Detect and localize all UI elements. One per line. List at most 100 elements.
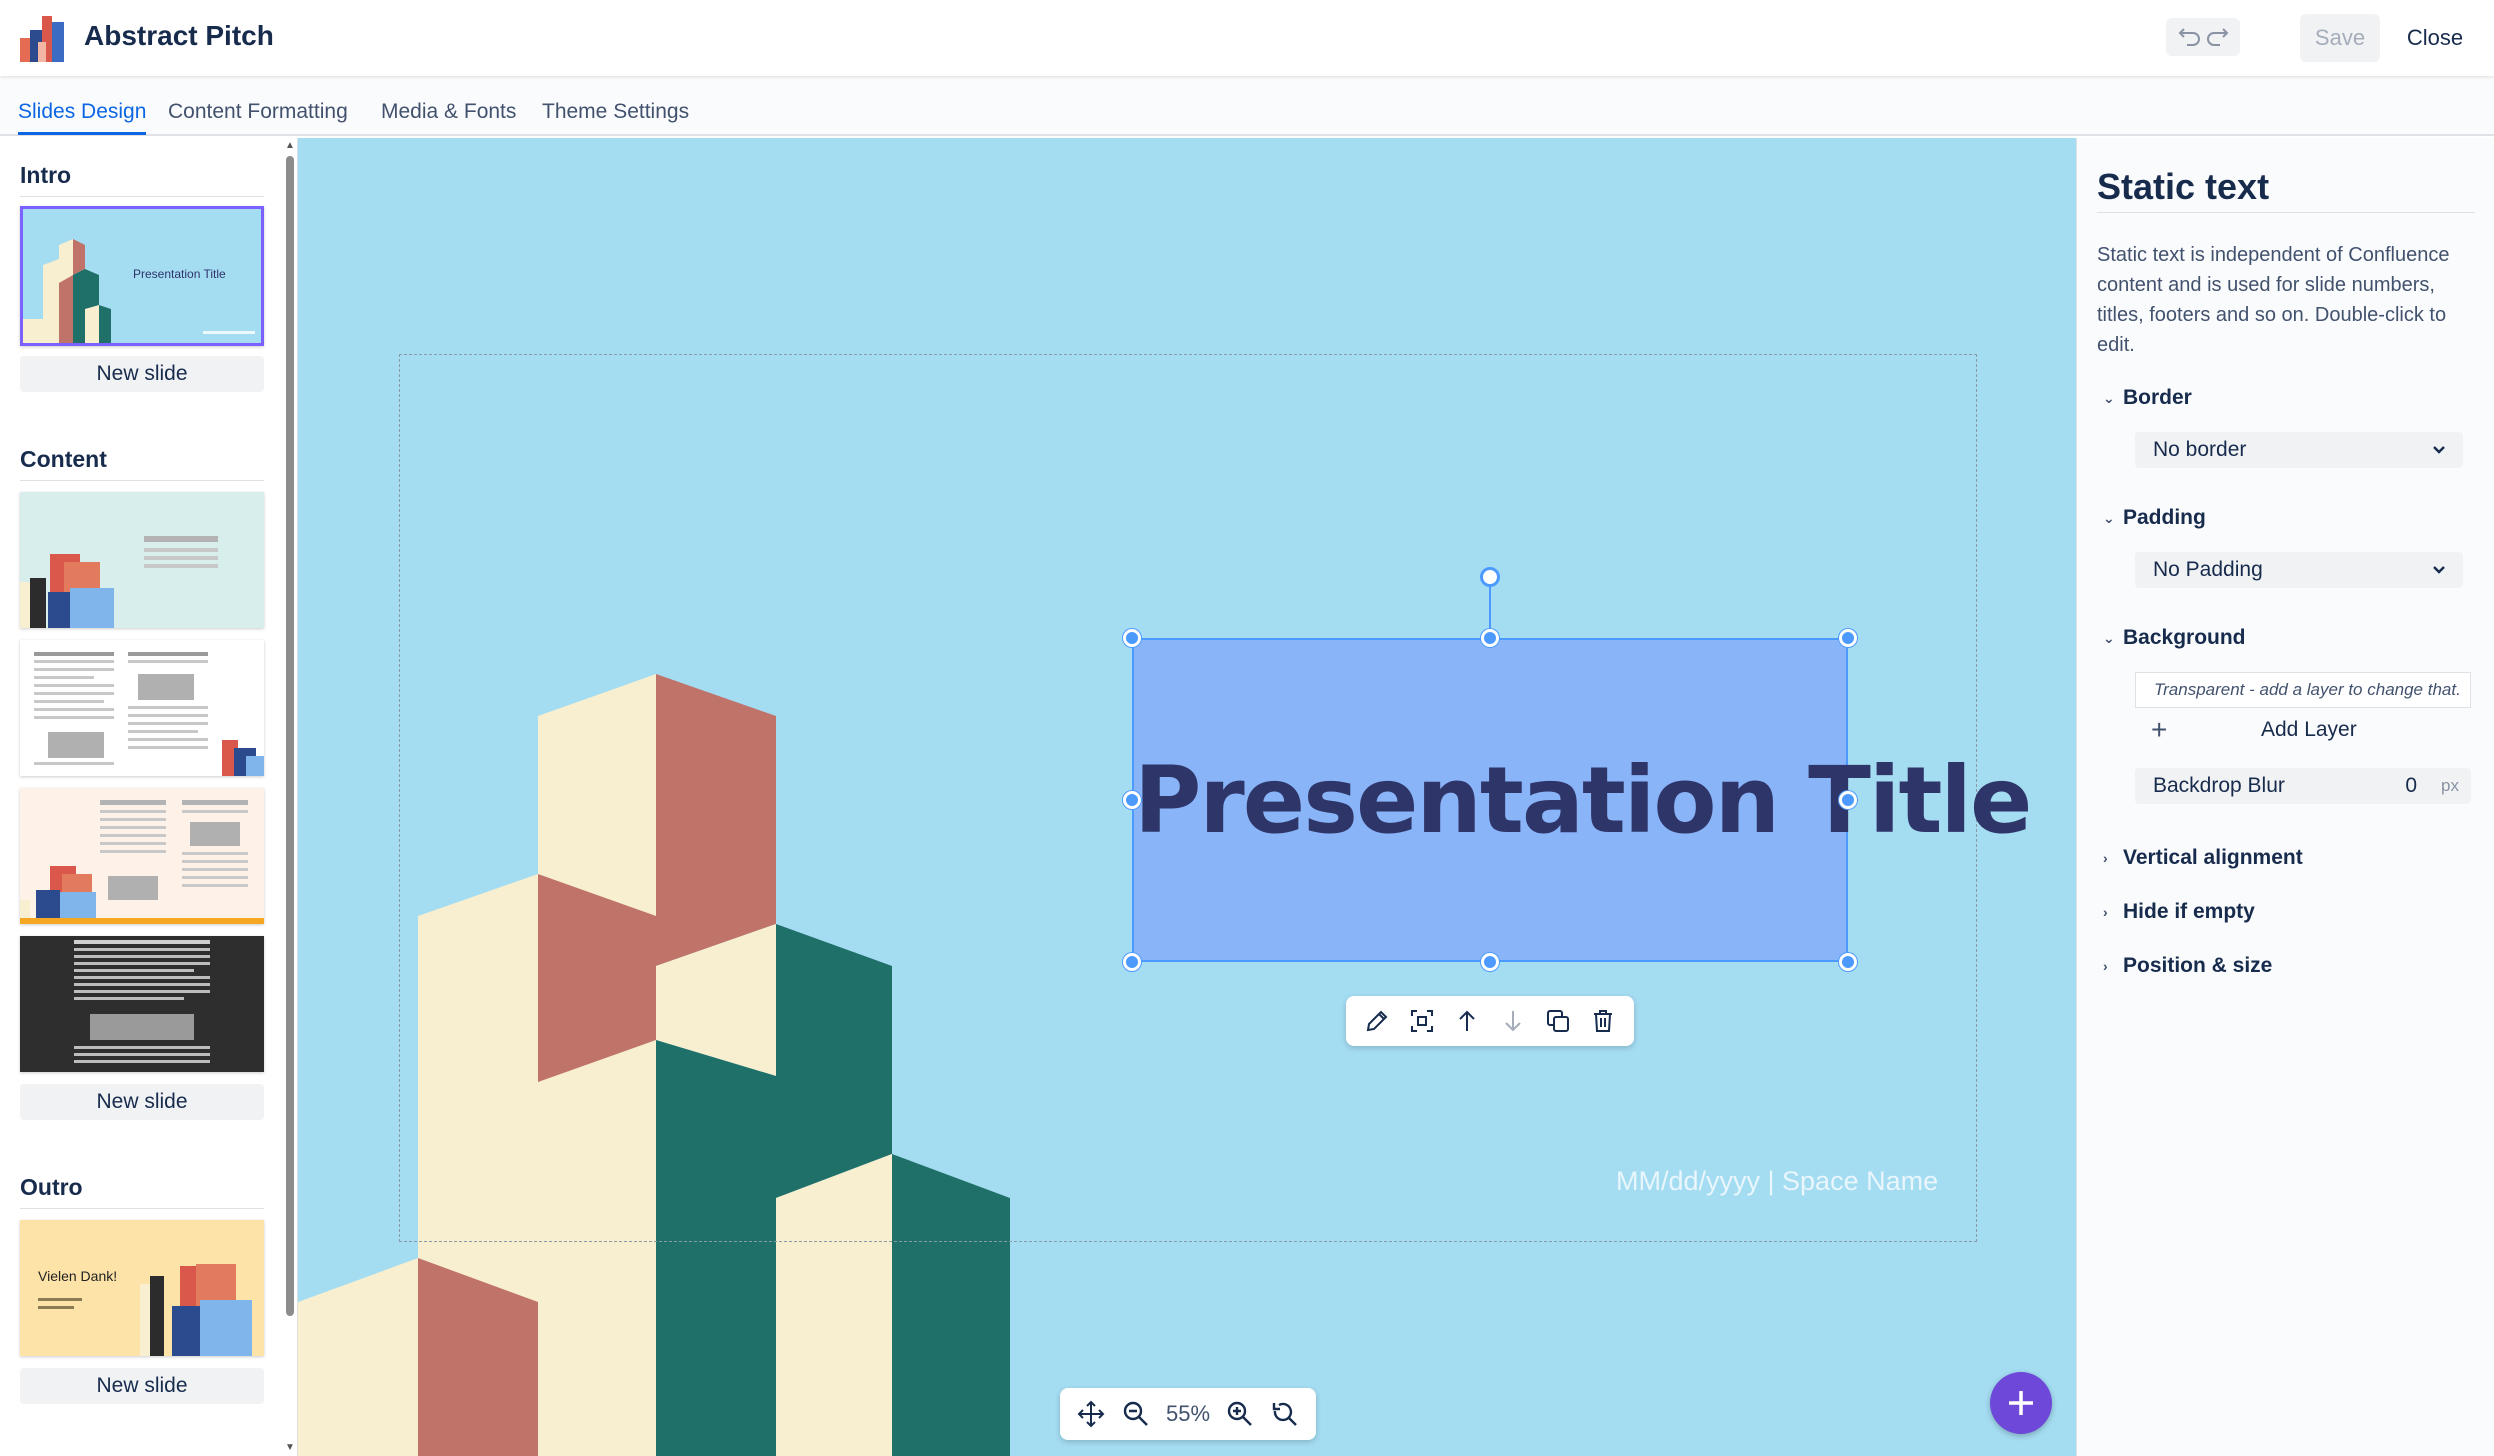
slide-thumb-outro-art <box>38 1264 252 1356</box>
new-slide-button-content[interactable]: New slide <box>20 1084 264 1120</box>
border-select[interactable]: No border <box>2135 432 2463 468</box>
slide-canvas[interactable]: MM/dd/yyyy | Space Name Presentation Tit… <box>298 138 2076 1456</box>
resize-handle-left[interactable] <box>1123 791 1141 809</box>
slides-panel: Intro Presentation Title New slide Conte… <box>0 138 298 1456</box>
chevron-down-icon: ⌄ <box>2103 389 2115 406</box>
add-layer-label: Add Layer <box>2261 718 2357 741</box>
slide-thumb-content-1[interactable] <box>20 492 264 628</box>
chevron-right-icon: › <box>2103 850 2108 866</box>
padding-select[interactable]: No Padding <box>2135 552 2463 588</box>
title-text-box[interactable]: Presentation Title <box>1132 638 2032 962</box>
slide-thumb-content-1-art <box>20 536 218 628</box>
fit-frame-icon[interactable] <box>1408 1007 1436 1035</box>
save-button[interactable]: Save <box>2300 14 2380 62</box>
resize-handle-bottom-right[interactable] <box>1839 953 1857 971</box>
chevron-down-icon: ⌄ <box>2103 509 2115 526</box>
new-slide-button-outro[interactable]: New slide <box>20 1368 264 1404</box>
chevron-down-icon <box>2433 446 2445 454</box>
move-up-arrow-icon[interactable] <box>1453 1007 1481 1035</box>
section-vertical-alignment-toggle[interactable]: › Vertical alignment <box>2103 846 2303 870</box>
slide-thumb-outro-title: Vielen Dank! <box>38 1268 118 1284</box>
move-down-arrow-icon[interactable] <box>1499 1007 1527 1035</box>
rotation-handle[interactable] <box>1480 567 1500 587</box>
add-layer-button[interactable]: + Add Layer <box>2135 710 2471 750</box>
resize-handle-top-right[interactable] <box>1839 629 1857 647</box>
add-element-button[interactable] <box>1990 1372 2052 1434</box>
section-position-size-toggle[interactable]: › Position & size <box>2103 954 2272 978</box>
section-title-intro: Intro <box>20 162 72 188</box>
resize-handle-top-left[interactable] <box>1123 629 1141 647</box>
slide-thumb-content-4[interactable] <box>20 936 264 1072</box>
chevron-right-icon: › <box>2103 958 2108 974</box>
section-background-toggle[interactable]: ⌄ Background <box>2103 626 2246 650</box>
pan-move-icon[interactable] <box>1076 1399 1106 1429</box>
app-logo-icon <box>20 16 64 62</box>
undo-redo-group <box>2166 18 2240 56</box>
duplicate-icon[interactable] <box>1544 1007 1572 1035</box>
slide-thumb-intro-title: Presentation Title <box>133 267 226 281</box>
presentation-title[interactable]: Presentation Title <box>1134 747 2032 854</box>
new-slide-button-intro[interactable]: New slide <box>20 356 264 392</box>
resize-handle-top[interactable] <box>1481 629 1499 647</box>
zoom-toolbar: 55% <box>1060 1388 1316 1440</box>
section-divider <box>20 1208 264 1209</box>
slides-panel-scroll-thumb[interactable] <box>286 156 294 1316</box>
backdrop-blur-field[interactable]: Backdrop Blur 0 px <box>2135 768 2471 804</box>
resize-handle-right[interactable] <box>1839 791 1857 809</box>
close-button[interactable]: Close <box>2400 14 2470 62</box>
section-hide-if-empty-toggle[interactable]: › Hide if empty <box>2103 900 2255 924</box>
section-hide-if-empty-label: Hide if empty <box>2123 900 2255 923</box>
properties-title: Static text <box>2097 166 2270 207</box>
undo-icon[interactable] <box>2176 27 2200 47</box>
zoom-out-icon[interactable] <box>1121 1399 1151 1429</box>
section-padding-toggle[interactable]: ⌄ Padding <box>2103 506 2206 530</box>
tab-media-fonts[interactable]: Media & Fonts <box>381 100 516 132</box>
border-select-value: No border <box>2153 438 2247 461</box>
chevron-down-icon: ⌄ <box>2103 629 2115 646</box>
edit-pencil-icon[interactable] <box>1363 1007 1391 1035</box>
slide-thumb-content-3-art <box>20 800 264 924</box>
section-title-outro: Outro <box>20 1174 83 1200</box>
tab-content-formatting[interactable]: Content Formatting <box>168 100 348 132</box>
delete-trash-icon[interactable] <box>1589 1007 1617 1035</box>
backdrop-blur-unit: px <box>2441 776 2459 795</box>
chevron-down-icon <box>2433 566 2445 574</box>
slide-footer-text[interactable]: MM/dd/yyyy | Space Name <box>1616 1166 1938 1197</box>
plus-icon <box>2009 1391 2033 1415</box>
resize-handle-bottom[interactable] <box>1481 953 1499 971</box>
backdrop-blur-value[interactable]: 0 <box>2405 774 2417 798</box>
tab-slides-design[interactable]: Slides Design <box>18 100 147 135</box>
tab-theme-settings[interactable]: Theme Settings <box>542 100 689 132</box>
resize-handle-bottom-left[interactable] <box>1123 953 1141 971</box>
slide-thumb-outro[interactable]: Vielen Dank! <box>20 1220 264 1356</box>
backdrop-blur-label: Backdrop Blur <box>2153 774 2285 797</box>
slide-thumb-content-2[interactable] <box>20 640 264 776</box>
scroll-up-icon[interactable]: ▲ <box>284 140 296 151</box>
section-padding-label: Padding <box>2123 506 2206 529</box>
properties-description: Static text is independent of Confluence… <box>2097 244 2450 356</box>
app-title: Abstract Pitch <box>84 20 274 51</box>
padding-select-value: No Padding <box>2153 558 2263 581</box>
section-background-label: Background <box>2123 626 2246 649</box>
section-border-label: Border <box>2123 386 2192 409</box>
section-divider <box>20 196 264 197</box>
plus-icon: + <box>2151 714 2168 745</box>
tab-bar: Slides Design Content Formatting Media &… <box>0 76 2494 136</box>
chevron-right-icon: › <box>2103 904 2108 920</box>
scroll-down-icon[interactable]: ▼ <box>284 1442 296 1453</box>
slide-thumb-intro[interactable]: Presentation Title <box>20 206 264 346</box>
section-position-size-label: Position & size <box>2123 954 2273 977</box>
redo-icon[interactable] <box>2206 27 2231 47</box>
section-title-content: Content <box>20 446 107 472</box>
slide-thumb-content-4-art <box>74 940 210 1063</box>
slide-thumb-content-2-art <box>34 652 264 776</box>
zoom-reset-icon[interactable] <box>1270 1399 1300 1429</box>
slide-thumb-content-3[interactable] <box>20 788 264 924</box>
zoom-in-icon[interactable] <box>1225 1399 1255 1429</box>
app-header: Abstract Pitch Save Close <box>0 0 2494 76</box>
zoom-level: 55% <box>1165 1401 1211 1426</box>
section-divider <box>20 480 264 481</box>
section-vertical-alignment-label: Vertical alignment <box>2123 846 2303 869</box>
section-border-toggle[interactable]: ⌄ Border <box>2103 386 2192 410</box>
background-hint: Transparent - add a layer to change that… <box>2135 672 2471 708</box>
